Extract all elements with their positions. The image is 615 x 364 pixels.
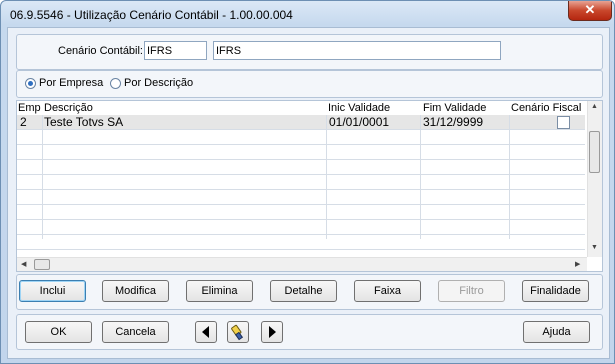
column-divider [509,115,510,239]
detalhe-button[interactable]: Detalhe [270,280,337,302]
cenario-fiscal-checkbox[interactable] [557,116,570,129]
ok-button[interactable]: OK [25,321,92,343]
search-button[interactable] [227,321,249,343]
next-button[interactable] [261,321,283,343]
cell-descricao: Teste Totvs SA [44,115,124,129]
table-row-empty [17,205,585,220]
actions-panel: Inclui Modifica Elimina Detalhe Faixa Fi… [16,274,603,310]
cancela-button[interactable]: Cancela [102,321,169,343]
title-bar[interactable]: 06.9.5546 - Utilização Cenário Contábil … [1,1,614,27]
por-empresa-radio[interactable] [25,78,36,89]
por-empresa-label: Por Empresa [39,77,104,89]
scroll-left-icon[interactable]: ◀ [21,260,26,268]
client-area: Cenário Contábil: IFRS IFRS Por Empresa … [7,27,610,359]
column-header-fim-validade[interactable]: Fim Validade [423,101,487,115]
order-panel: Por Empresa Por Descrição [16,70,603,98]
vertical-scrollbar[interactable]: ▲ ▼ [587,101,602,257]
column-divider [420,115,421,239]
finalidade-button[interactable]: Finalidade [522,280,589,302]
column-header-cenario-fiscal[interactable]: Cenário Fiscal [511,101,582,115]
table-row-empty [17,160,585,175]
faixa-button[interactable]: Faixa [354,280,421,302]
cenario-description-field: IFRS [213,41,501,60]
horizontal-scroll-thumb[interactable] [34,259,50,270]
scroll-up-icon[interactable]: ▲ [591,103,598,110]
flashlight-icon [231,324,244,341]
cenario-code-field[interactable]: IFRS [144,41,207,60]
close-button[interactable]: ✕ [568,1,612,21]
triangle-right-icon [269,326,276,338]
por-descricao-label: Por Descrição [124,77,194,89]
ajuda-button[interactable]: Ajuda [523,321,590,343]
filter-panel: Cenário Contábil: IFRS IFRS [16,34,603,70]
filtro-button: Filtro [438,280,505,302]
previous-button[interactable] [195,321,217,343]
inclui-button[interactable]: Inclui [19,280,86,302]
dialog-window: 06.9.5546 - Utilização Cenário Contábil … [0,0,615,364]
cell-inic-validade: 01/01/0001 [329,115,390,129]
column-header-inic-validade[interactable]: Inic Validade [328,101,391,115]
scroll-down-icon[interactable]: ▼ [591,244,598,251]
cenario-contabil-label: Cenário Contábil: [58,45,143,57]
footer-panel: OK Cancela Ajuda [16,314,603,350]
modifica-button[interactable]: Modifica [102,280,169,302]
column-divider [326,115,327,239]
table-row-empty [17,145,585,160]
por-descricao-radio[interactable] [110,78,121,89]
cell-fim-validade: 31/12/9999 [423,115,484,129]
horizontal-scrollbar[interactable]: ◀ ▶ [17,257,587,271]
triangle-left-icon [202,326,209,338]
table-row-empty [17,130,585,145]
column-divider [42,115,43,239]
records-grid[interactable]: Emp Descrição Inic Validade Fim Validade… [16,100,603,272]
window-title: 06.9.5546 - Utilização Cenário Contábil … [10,8,293,22]
column-header-descricao[interactable]: Descrição [44,101,93,115]
table-row-empty [17,235,585,250]
elimina-button[interactable]: Elimina [186,280,253,302]
scroll-right-icon[interactable]: ▶ [575,260,580,268]
table-row-empty [17,190,585,205]
table-row-empty [17,220,585,235]
table-row-empty [17,175,585,190]
cell-emp: 2 [20,115,27,129]
table-row[interactable]: 2 Teste Totvs SA 01/01/0001 31/12/9999 [17,115,585,130]
column-header-emp[interactable]: Emp [18,101,41,115]
vertical-scroll-thumb[interactable] [589,131,600,173]
